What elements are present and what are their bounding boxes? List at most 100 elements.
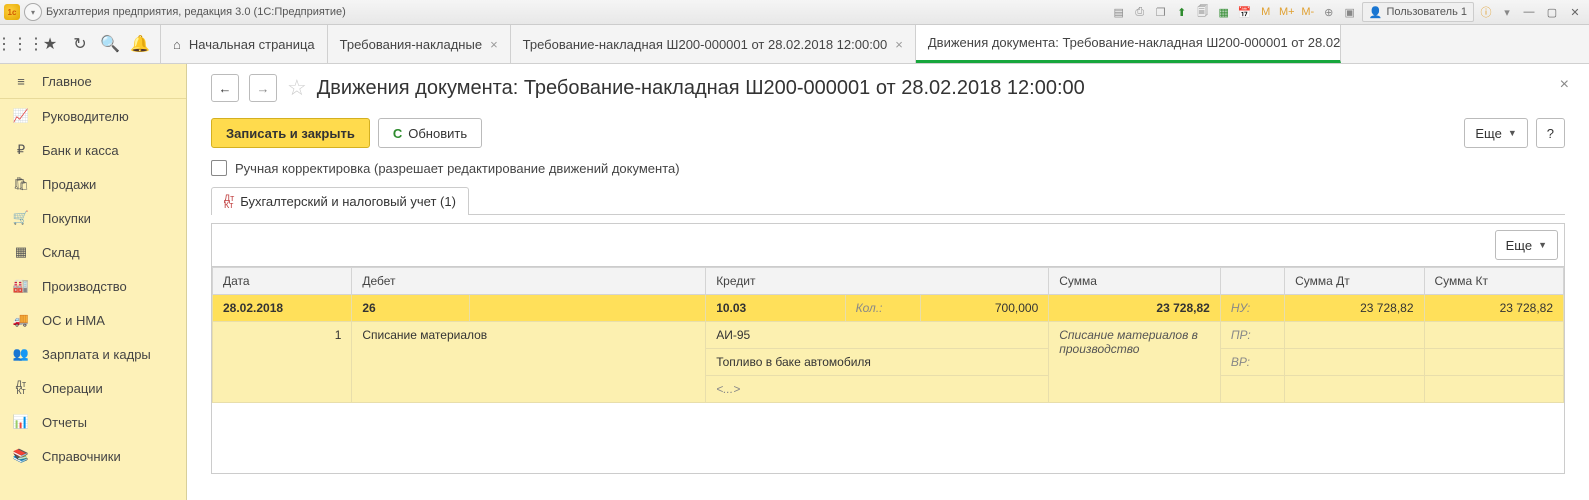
dtkt-icon: ДтКт	[12, 381, 30, 395]
sidebar-item-reports[interactable]: 📊Отчеты	[0, 405, 186, 439]
cell-date: 28.02.2018	[213, 295, 352, 322]
manual-edit-label: Ручная корректировка (разрешает редактир…	[235, 161, 680, 176]
memory-m-icon[interactable]: M	[1257, 3, 1275, 21]
apps-icon[interactable]: ⋮⋮⋮	[6, 30, 34, 58]
panel-icon[interactable]: ▣	[1341, 3, 1359, 21]
sidebar-item-label: Покупки	[42, 211, 91, 226]
book-icon: 📚	[12, 448, 30, 464]
help-button[interactable]: ?	[1536, 118, 1565, 148]
col-sum-kt[interactable]: Сумма Кт	[1424, 268, 1563, 295]
bell-icon[interactable]: 🔔	[126, 30, 154, 58]
print-preview-icon[interactable]: ▤	[1110, 3, 1128, 21]
nav-forward-button[interactable]: →	[249, 74, 277, 102]
close-icon[interactable]: ×	[490, 37, 498, 52]
tab-home[interactable]: ⌂ Начальная страница	[161, 25, 328, 63]
more-button[interactable]: Еще▼	[1464, 118, 1527, 148]
save-icon[interactable]: ⬆	[1173, 3, 1191, 21]
sidebar-item-label: ОС и НМА	[42, 313, 105, 328]
sidebar-item-production[interactable]: 🏭Производство	[0, 269, 186, 303]
user-icon: 👤	[1369, 6, 1383, 19]
sidebar-item-main[interactable]: ≡Главное	[0, 64, 186, 99]
calendar-icon[interactable]: 📅	[1236, 3, 1254, 21]
sidebar-item-purchases[interactable]: 🛒Покупки	[0, 201, 186, 235]
truck-icon: 🚚	[12, 312, 30, 328]
cell-debit: 26	[352, 295, 470, 322]
sidebar-item-sales[interactable]: 🛍Продажи	[0, 167, 186, 201]
cell-sum: 23 728,82	[1049, 295, 1221, 322]
bag-icon: 🛍	[12, 176, 30, 192]
cell-debit-desc: Списание материалов	[352, 322, 706, 403]
cell-empty	[1285, 349, 1424, 376]
sidebar-item-stock[interactable]: ▦ Склад	[0, 235, 186, 269]
close-window-button[interactable]: ✕	[1565, 4, 1585, 20]
sidebar-item-label: Отчеты	[42, 415, 87, 430]
sidebar-item-catalogs[interactable]: 📚Справочники	[0, 439, 186, 473]
close-page-button[interactable]: ×	[1560, 76, 1569, 94]
search-icon[interactable]: 🔍	[96, 30, 124, 58]
cell-sum-desc: Списание материалов в производство	[1049, 322, 1221, 403]
col-debit[interactable]: Дебет	[352, 268, 706, 295]
refresh-button[interactable]: СОбновить	[378, 118, 482, 148]
grid-row[interactable]: 28.02.2018 26 10.03 Кол.: 700,000 23 728…	[213, 295, 1564, 322]
sidebar-item-manager[interactable]: 📈 Руководителю	[0, 99, 186, 133]
cell-qty-label: Кол.:	[845, 295, 920, 322]
sidebar-item-assets[interactable]: 🚚 ОС и НМА	[0, 303, 186, 337]
col-blank[interactable]	[1220, 268, 1284, 295]
help-label: ?	[1547, 126, 1554, 141]
sidebar-item-hr[interactable]: 👥Зарплата и кадры	[0, 337, 186, 371]
dtkt-icon: ДтКт	[224, 195, 234, 209]
app-menu-dropdown[interactable]: ▾	[24, 3, 42, 21]
col-date[interactable]: Дата	[213, 268, 352, 295]
memory-mminus-icon[interactable]: M-	[1299, 3, 1317, 21]
user-button[interactable]: 👤 Пользователь 1	[1362, 2, 1474, 22]
manual-edit-checkbox[interactable]	[211, 160, 227, 176]
cell-empty	[1424, 376, 1563, 403]
tab-label: Движения документа: Требование-накладная…	[928, 35, 1341, 50]
info-dropdown-icon[interactable]: ▾	[1498, 3, 1516, 21]
grid-more-button[interactable]: Еще▼	[1495, 230, 1558, 260]
refresh-label: Обновить	[408, 126, 467, 141]
factory-icon: 🏭	[12, 278, 30, 294]
app-logo-icon: 1c	[4, 4, 20, 20]
tab-movements[interactable]: Движения документа: Требование-накладная…	[916, 25, 1341, 63]
favorite-star-icon[interactable]: ☆	[287, 75, 307, 101]
close-icon[interactable]: ×	[895, 37, 903, 52]
title-toolbar: ▤ ⎙ ❐ ⬆ 🗐 ▦ 📅 M M+ M- ⊕ ▣ 👤 Пользователь…	[1110, 2, 1585, 22]
col-credit[interactable]: Кредит	[706, 268, 1049, 295]
cell-credit: 10.03	[706, 295, 845, 322]
grid-row[interactable]: 1 Списание материалов АИ-95 Списание мат…	[213, 322, 1564, 349]
tab-label: Требования-накладные	[340, 37, 482, 52]
boxes-icon: ▦	[12, 244, 30, 260]
sidebar-item-label: Руководителю	[42, 109, 129, 124]
chart-icon: 📈	[12, 108, 30, 124]
save-close-button[interactable]: Записать и закрыть	[211, 118, 370, 148]
zoom-icon[interactable]: ⊕	[1320, 3, 1338, 21]
tab-accounting[interactable]: ДтКт Бухгалтерский и налоговый учет (1)	[211, 187, 469, 215]
sidebar-item-label: Склад	[42, 245, 80, 260]
save-close-label: Записать и закрыть	[226, 126, 355, 141]
cell-n: 1	[213, 322, 352, 403]
info-icon[interactable]: ⓘ	[1477, 3, 1495, 21]
print-icon[interactable]: ⎙	[1131, 3, 1149, 21]
document-icon[interactable]: ❐	[1152, 3, 1170, 21]
col-sum-dt[interactable]: Сумма Дт	[1285, 268, 1424, 295]
sidebar-item-operations[interactable]: ДтКтОперации	[0, 371, 186, 405]
col-sum[interactable]: Сумма	[1049, 268, 1221, 295]
menu-icon: ≡	[12, 74, 30, 89]
nav-back-button[interactable]: ←	[211, 74, 239, 102]
minimize-button[interactable]: —	[1519, 4, 1539, 20]
memory-mplus-icon[interactable]: M+	[1278, 3, 1296, 21]
history-icon[interactable]: ↻	[66, 30, 94, 58]
maximize-button[interactable]: ▢	[1542, 4, 1562, 20]
tab-document[interactable]: Требование-накладная Ш200-000001 от 28.0…	[511, 25, 916, 63]
tab-doclist[interactable]: Требования-накладные ×	[328, 25, 511, 63]
star-icon[interactable]: ★	[36, 30, 64, 58]
tab-label: Требование-накладная Ш200-000001 от 28.0…	[523, 37, 888, 52]
cell-pr: ПР:	[1220, 322, 1284, 349]
people-icon: 👥	[12, 346, 30, 362]
sidebar-item-bank[interactable]: ₽Банк и касса	[0, 133, 186, 167]
content-area: × ← → ☆ Движения документа: Требование-н…	[187, 64, 1589, 500]
more-label: Еще	[1506, 238, 1532, 253]
calculator-icon[interactable]: ▦	[1215, 3, 1233, 21]
compare-icon[interactable]: 🗐	[1194, 3, 1212, 21]
